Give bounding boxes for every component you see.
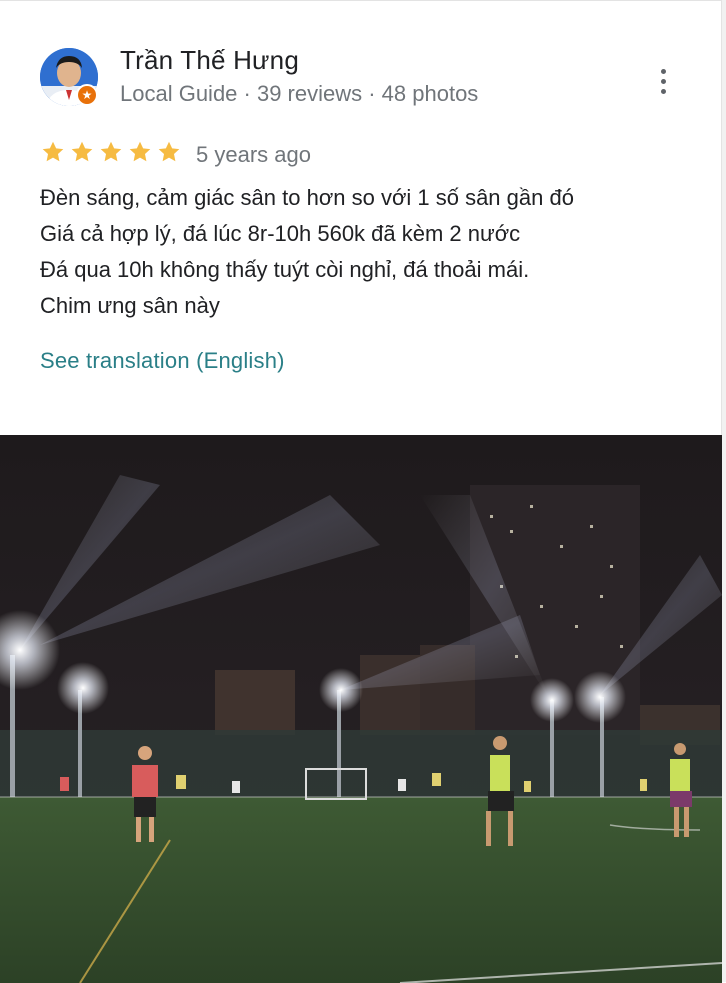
review-card: ★ Trần Thế Hưng Local Guide · 39 reviews… [0,0,722,983]
review-photo[interactable] [0,435,722,983]
more-vert-icon[interactable] [648,63,678,99]
review-line: Đèn sáng, cảm giác sân to hơn so với 1 s… [40,185,574,210]
reviewer-meta[interactable]: Local Guide · 39 reviews · 48 photos [120,81,478,107]
local-guide-badge-icon: ★ [76,84,98,106]
see-translation-link[interactable]: See translation (English) [40,348,285,374]
review-line: Chim ưng sân này [40,293,220,318]
star-icon [158,141,180,162]
star-rating [40,139,182,165]
star-icon [71,141,93,162]
review-line: Đá qua 10h không thấy tuýt còi nghỉ, đá … [40,257,530,282]
avatar[interactable]: ★ [40,48,98,106]
star-icon [100,141,122,162]
review-time: 5 years ago [196,142,311,167]
review-line: Giá cả hợp lý, đá lúc 8r-10h 560k đã kèm… [40,221,521,246]
scrollbar-track[interactable] [722,0,726,982]
reviewer-name[interactable]: Trần Thế Hưng [120,45,299,76]
star-icon [129,141,151,162]
review-text: Đèn sáng, cảm giác sân to hơn so với 1 s… [40,180,700,324]
star-icon [42,141,64,162]
